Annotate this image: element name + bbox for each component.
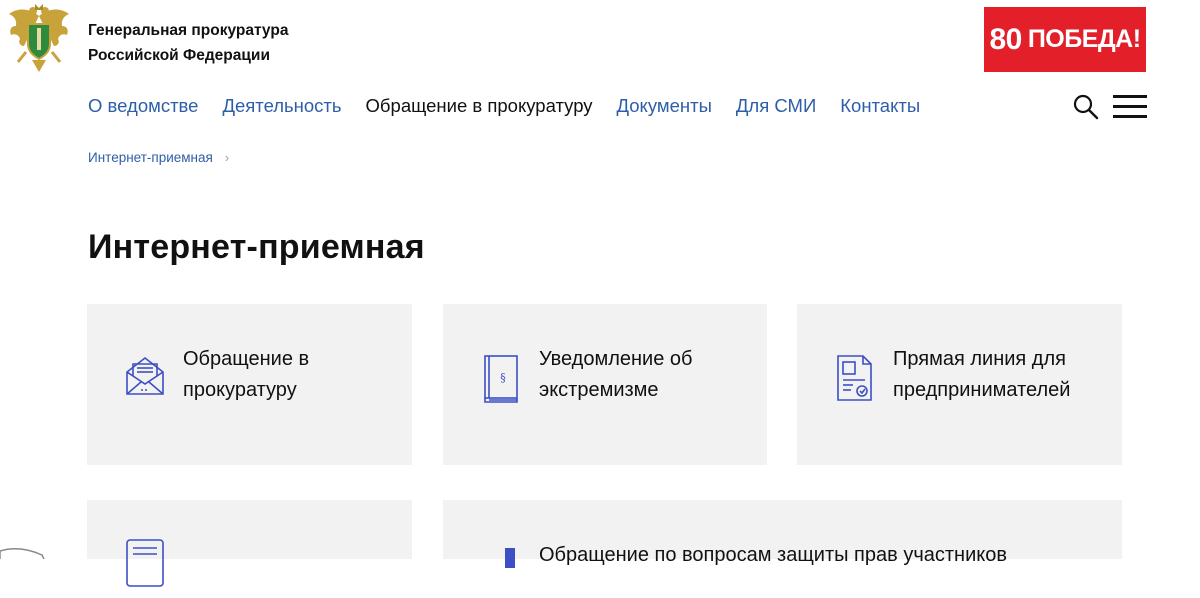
nav-item-about[interactable]: О ведомстве xyxy=(88,95,198,117)
floating-widget-edge-icon[interactable] xyxy=(0,545,50,559)
card-form[interactable] xyxy=(87,500,412,587)
victory-text: ПОБЕДА! xyxy=(1027,25,1141,53)
document-seal-icon xyxy=(837,355,872,401)
card-title-line2: экстремизме xyxy=(539,379,659,401)
organization-name-line1: Генеральная прокуратура xyxy=(88,22,289,39)
form-document-icon xyxy=(126,539,164,587)
organization-name-line2: Российской Федерации xyxy=(88,47,270,64)
emblem-logo-icon[interactable] xyxy=(6,2,72,74)
bookmark-icon xyxy=(505,548,515,568)
card-participants-rights[interactable]: Обращение по вопросам защиты прав участн… xyxy=(443,500,1122,568)
nav-item-contacts[interactable]: Контакты xyxy=(840,95,920,117)
law-book-icon: § xyxy=(484,355,518,403)
breadcrumb: Интернет-приемная › xyxy=(88,150,229,165)
card-entrepreneurs[interactable]: Прямая линия для предпринимателей xyxy=(797,304,1122,465)
nav-item-activity[interactable]: Деятельность xyxy=(222,95,341,117)
breadcrumb-item[interactable]: Интернет-приемная xyxy=(88,150,213,165)
card-title-line2: предпринимателей xyxy=(893,379,1071,401)
card-title-line1: Обращение в xyxy=(183,348,310,370)
chevron-right-icon: › xyxy=(224,150,230,165)
svg-text:§: § xyxy=(500,371,506,384)
organization-name[interactable]: Генеральная прокуратура Российской Федер… xyxy=(88,18,288,68)
card-title-line2: прокуратуру xyxy=(183,379,297,401)
hamburger-menu-icon[interactable] xyxy=(1113,95,1147,119)
card-title-line1: Уведомление об xyxy=(539,348,693,370)
card-title-line1: Обращение по вопросам защиты прав участн… xyxy=(539,544,1007,566)
search-icon[interactable] xyxy=(1073,94,1099,120)
nav-item-media[interactable]: Для СМИ xyxy=(736,95,816,117)
main-navigation: О ведомстве Деятельность Обращение в про… xyxy=(88,95,920,117)
victory-80-banner[interactable]: 80 ПОБЕДА! xyxy=(984,7,1146,72)
card-title-line1: Прямая линия для xyxy=(893,348,1066,370)
card-appeal[interactable]: Обращение в прокуратуру xyxy=(87,304,412,465)
nav-item-documents[interactable]: Документы xyxy=(617,95,712,117)
card-extremism[interactable]: § Уведомление об экстремизме xyxy=(443,304,767,465)
nav-item-appeal[interactable]: Обращение в прокуратуру xyxy=(366,95,593,117)
victory-number: 80 xyxy=(989,22,1022,56)
envelope-icon xyxy=(126,356,164,395)
page-title: Интернет-приемная xyxy=(88,228,425,266)
